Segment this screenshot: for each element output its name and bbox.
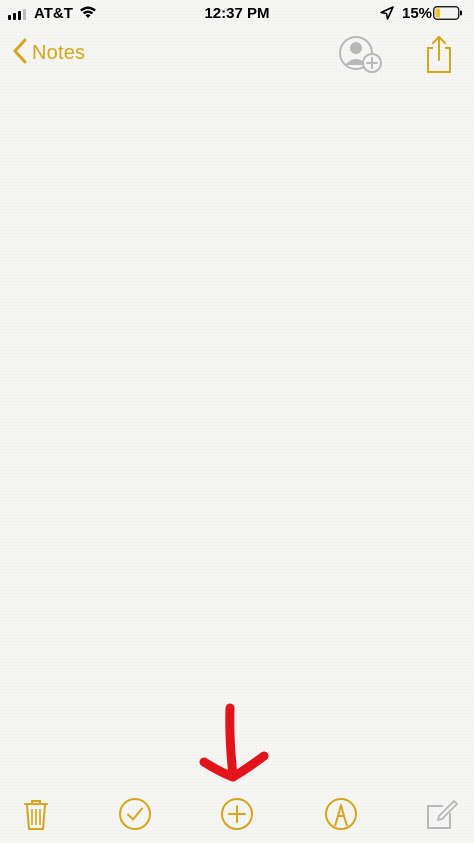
add-attachment-button[interactable] <box>219 796 255 832</box>
status-bar: AT&T 12:37 PM 15% <box>0 0 474 28</box>
bottom-toolbar <box>0 790 474 840</box>
back-button[interactable]: Notes <box>12 38 85 69</box>
checklist-button[interactable] <box>117 796 153 832</box>
compose-button[interactable] <box>424 796 460 832</box>
chevron-left-icon <box>12 38 28 69</box>
back-label: Notes <box>32 42 86 64</box>
compose-icon <box>424 800 460 836</box>
note-canvas[interactable] <box>0 0 474 843</box>
markup-pen-icon <box>323 798 359 836</box>
trash-icon <box>18 800 54 836</box>
markup-button[interactable] <box>323 796 359 832</box>
share-button[interactable] <box>422 34 456 74</box>
plus-circle-icon <box>219 798 255 836</box>
nav-bar: Notes <box>0 30 474 80</box>
battery-percent: 15% <box>402 5 433 22</box>
delete-button[interactable] <box>18 796 54 832</box>
share-icon <box>422 36 456 78</box>
checklist-icon <box>117 798 153 836</box>
add-people-button[interactable] <box>337 34 385 74</box>
add-people-icon <box>337 36 385 78</box>
location-arrow-icon <box>380 6 394 24</box>
battery-icon <box>433 6 463 20</box>
